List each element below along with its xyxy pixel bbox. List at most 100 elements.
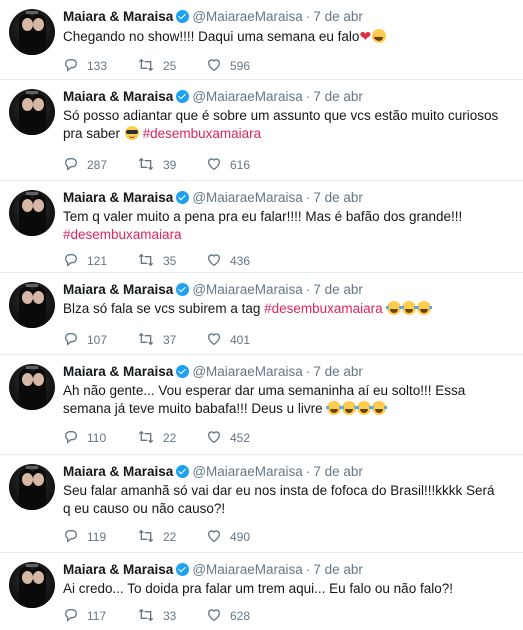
reply-button[interactable]: 121: [63, 252, 107, 270]
heart-icon: [207, 158, 221, 171]
display-name[interactable]: Maiara & Maraisa: [63, 464, 173, 479]
separator-dot: ·: [305, 89, 311, 104]
tweet-date[interactable]: 7 de abr: [313, 364, 363, 379]
separator-dot: ·: [305, 464, 311, 479]
user-handle[interactable]: @MaiaraeMaraisa: [192, 282, 303, 297]
retweet-button[interactable]: 25: [137, 57, 176, 75]
retweet-button[interactable]: 33: [137, 607, 176, 625]
retweet-count: 33: [163, 609, 177, 623]
tweet-text-body: Seu falar amanhã só vai dar eu nos insta…: [63, 483, 495, 516]
reply-count: 117: [87, 609, 107, 623]
like-button[interactable]: 436: [206, 252, 250, 270]
tweet-actions: 107 37 401: [63, 331, 363, 349]
heart-icon: [207, 431, 221, 444]
tweet-text: Blza só fala se vcs subirem a tag #desem…: [63, 300, 503, 318]
tears-of-joy-emoji: [371, 401, 388, 415]
avatar[interactable]: [9, 364, 55, 410]
avatar[interactable]: [9, 282, 55, 328]
tweet-actions: 287 39 616: [63, 156, 363, 174]
reply-icon: [64, 431, 78, 444]
reply-button[interactable]: 133: [63, 57, 107, 75]
user-handle[interactable]: @MaiaraeMaraisa: [192, 364, 303, 379]
heart-icon: [207, 59, 221, 72]
avatar[interactable]: [9, 9, 55, 55]
verified-badge-icon: [176, 191, 190, 204]
tweet[interactable]: Maiara & Maraisa @MaiaraeMaraisa · 7 de abr…: [0, 80, 523, 181]
retweet-count: 37: [163, 333, 177, 347]
tweet-actions: 119 22 490: [63, 528, 363, 546]
reply-button[interactable]: 117: [63, 607, 106, 625]
separator-dot: ·: [305, 190, 311, 205]
tweet-date[interactable]: 7 de abr: [313, 9, 363, 24]
display-name[interactable]: Maiara & Maraisa: [63, 562, 173, 577]
verified-badge-icon: [176, 563, 190, 576]
user-handle[interactable]: @MaiaraeMaraisa: [192, 9, 303, 24]
retweet-button[interactable]: 22: [137, 429, 176, 447]
tweet-date[interactable]: 7 de abr: [313, 282, 363, 297]
like-button[interactable]: 452: [206, 429, 250, 447]
tweet[interactable]: Maiara & Maraisa @MaiaraeMaraisa · 7 de abr…: [0, 181, 523, 273]
tears-of-joy-emoji: [386, 301, 403, 315]
tweet-date[interactable]: 7 de abr: [313, 562, 363, 577]
retweet-button[interactable]: 39: [137, 156, 176, 174]
reply-button[interactable]: 107: [63, 331, 107, 349]
display-name[interactable]: Maiara & Maraisa: [63, 364, 173, 379]
reply-count: 107: [87, 333, 108, 347]
tweet-header: Maiara & Maraisa @MaiaraeMaraisa · 7 de abr: [63, 463, 363, 481]
hashtag-link[interactable]: #desembuxamaiara: [264, 301, 383, 316]
separator-dot: ·: [305, 282, 311, 297]
tweet[interactable]: Maiara & Maraisa @MaiaraeMaraisa · 7 de abr…: [0, 0, 523, 80]
tweet[interactable]: Maiara & Maraisa @MaiaraeMaraisa · 7 de abr…: [0, 455, 523, 553]
display-name[interactable]: Maiara & Maraisa: [63, 282, 173, 297]
user-handle[interactable]: @MaiaraeMaraisa: [192, 562, 303, 577]
tweet-date[interactable]: 7 de abr: [313, 464, 363, 479]
retweet-count: 22: [163, 431, 177, 445]
tweet-date[interactable]: 7 de abr: [313, 190, 363, 205]
tears-of-joy-emoji: [416, 301, 433, 315]
retweet-count: 22: [163, 530, 177, 544]
tweet-text-body: Blza só fala se vcs subirem a tag: [63, 301, 265, 316]
tweet-actions: 121 35 436: [63, 252, 363, 270]
retweet-icon: [138, 58, 154, 72]
hashtag-link[interactable]: #desembuxamaiara: [143, 126, 262, 141]
heart-icon: [207, 333, 221, 346]
tweet-header: Maiara & Maraisa @MaiaraeMaraisa · 7 de abr: [63, 189, 363, 207]
tweet[interactable]: Maiara & Maraisa @MaiaraeMaraisa · 7 de abr…: [0, 273, 523, 355]
reply-button[interactable]: 110: [63, 429, 106, 447]
avatar[interactable]: [9, 464, 55, 510]
hashtag-link[interactable]: #desembuxamaiara: [63, 227, 182, 242]
like-button[interactable]: 616: [206, 156, 250, 174]
tweet-header: Maiara & Maraisa @MaiaraeMaraisa · 7 de abr: [63, 8, 363, 26]
display-name[interactable]: Maiara & Maraisa: [63, 89, 173, 104]
retweet-button[interactable]: 22: [137, 528, 176, 546]
avatar[interactable]: [9, 562, 55, 608]
like-button[interactable]: 401: [206, 331, 250, 349]
display-name[interactable]: Maiara & Maraisa: [63, 190, 173, 205]
tweet-date[interactable]: 7 de abr: [313, 89, 363, 104]
like-button[interactable]: 628: [206, 607, 250, 625]
tweet-text-body: Tem q valer muito a pena pra eu falar!!!…: [63, 209, 463, 224]
tears-of-joy-emoji: [326, 401, 343, 415]
display-name[interactable]: Maiara & Maraisa: [63, 9, 173, 24]
user-handle[interactable]: @MaiaraeMaraisa: [192, 190, 303, 205]
reply-button[interactable]: 287: [63, 156, 107, 174]
reply-icon: [64, 609, 78, 622]
retweet-button[interactable]: 37: [137, 331, 176, 349]
reply-button[interactable]: 119: [63, 528, 106, 546]
avatar[interactable]: [9, 89, 55, 135]
tweet-text: Ai credo... To doida pra falar um trem a…: [63, 580, 503, 598]
tweet-header: Maiara & Maraisa @MaiaraeMaraisa · 7 de abr: [63, 88, 363, 106]
avatar[interactable]: [9, 190, 55, 236]
tweet-header: Maiara & Maraisa @MaiaraeMaraisa · 7 de abr: [63, 561, 363, 579]
reply-icon: [64, 333, 78, 346]
tweet[interactable]: Maiara & Maraisa @MaiaraeMaraisa · 7 de abr…: [0, 553, 523, 630]
retweet-button[interactable]: 35: [137, 252, 176, 270]
like-count: 452: [230, 431, 251, 445]
like-button[interactable]: 596: [206, 57, 250, 75]
like-button[interactable]: 490: [206, 528, 250, 546]
user-handle[interactable]: @MaiaraeMaraisa: [192, 464, 303, 479]
tweet-actions: 133 25 596: [63, 57, 363, 75]
tweet[interactable]: Maiara & Maraisa @MaiaraeMaraisa · 7 de abr…: [0, 355, 523, 455]
user-handle[interactable]: @MaiaraeMaraisa: [192, 89, 303, 104]
like-count: 596: [230, 59, 251, 73]
